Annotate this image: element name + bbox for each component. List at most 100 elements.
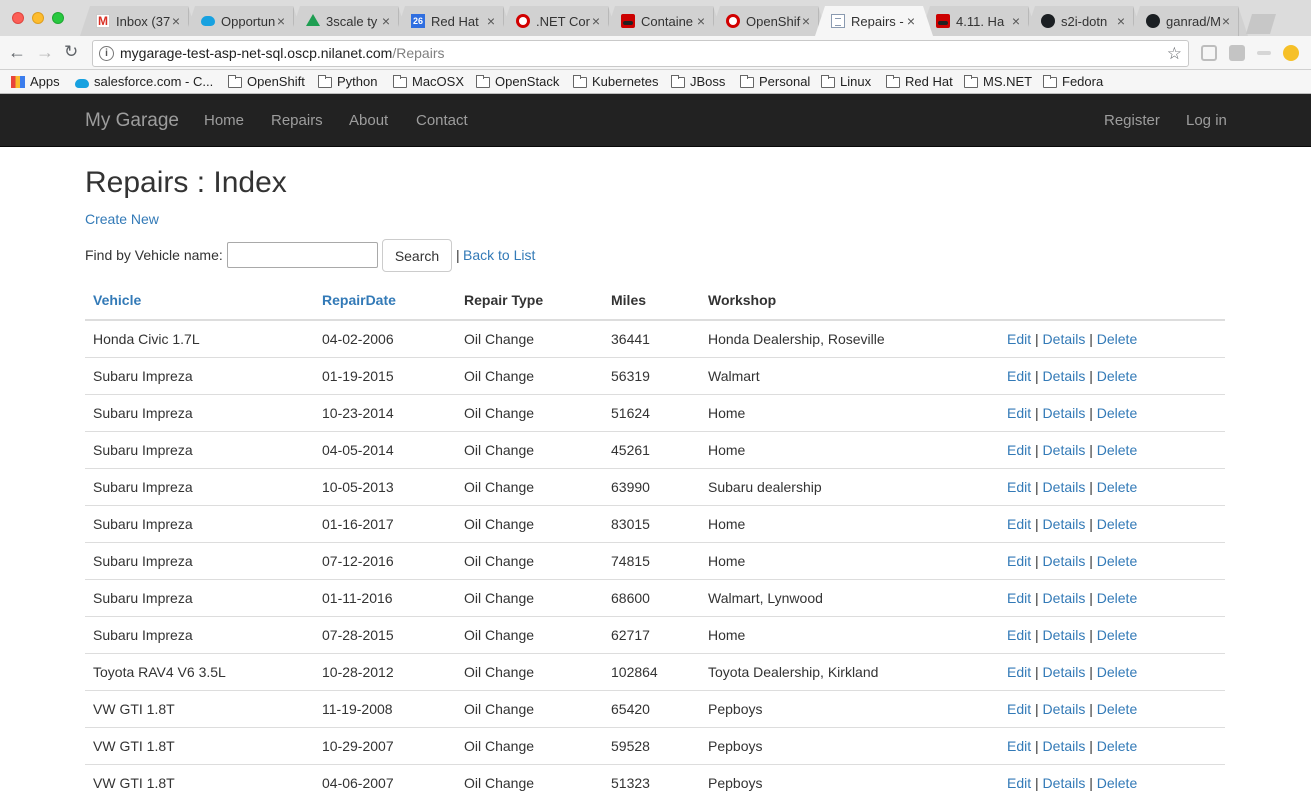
delete-link[interactable]: Delete — [1097, 516, 1137, 532]
browser-tab[interactable]: .NET Cor × — [500, 6, 618, 36]
delete-link[interactable]: Delete — [1097, 331, 1137, 347]
extension-icon[interactable] — [1229, 45, 1245, 61]
close-tab-icon[interactable]: × — [907, 13, 915, 29]
new-tab-button[interactable] — [1246, 14, 1276, 34]
close-tab-icon[interactable]: × — [1222, 13, 1230, 29]
create-new-link[interactable]: Create New — [85, 210, 159, 228]
details-link[interactable]: Details — [1043, 738, 1086, 754]
bookmark-item[interactable]: Red Hat — [886, 74, 953, 90]
edit-link[interactable]: Edit — [1007, 701, 1031, 717]
bookmark-item[interactable]: MacOSX — [393, 74, 464, 90]
close-tab-icon[interactable]: × — [802, 13, 810, 29]
browser-tab[interactable]: s2i-dotn × — [1025, 6, 1143, 36]
bookmark-item[interactable]: MS.NET — [964, 74, 1032, 90]
edit-link[interactable]: Edit — [1007, 553, 1031, 569]
search-button[interactable]: Search — [382, 239, 452, 272]
bookmark-item[interactable]: Personal — [740, 74, 810, 90]
extension-icon[interactable] — [1257, 51, 1271, 55]
sort-by-repair-date-link[interactable]: RepairDate — [322, 292, 396, 308]
close-tab-icon[interactable]: × — [277, 13, 285, 29]
address-bar-url[interactable]: mygarage-test-asp-net-sql.oscp.nilanet.c… — [120, 41, 444, 66]
back-to-list-link[interactable]: Back to List — [463, 247, 535, 263]
delete-link[interactable]: Delete — [1097, 479, 1137, 495]
close-window-icon[interactable] — [12, 12, 24, 24]
nav-repairs-link[interactable]: Repairs — [271, 111, 323, 131]
details-link[interactable]: Details — [1043, 775, 1086, 791]
login-link[interactable]: Log in — [1186, 111, 1227, 131]
minimize-window-icon[interactable] — [32, 12, 44, 24]
details-link[interactable]: Details — [1043, 405, 1086, 421]
details-link[interactable]: Details — [1043, 627, 1086, 643]
edit-link[interactable]: Edit — [1007, 738, 1031, 754]
browser-tab[interactable]: 3scale ty × — [290, 6, 408, 36]
nav-about-link[interactable]: About — [349, 111, 388, 131]
close-tab-icon[interactable]: × — [382, 13, 390, 29]
delete-link[interactable]: Delete — [1097, 405, 1137, 421]
edit-link[interactable]: Edit — [1007, 442, 1031, 458]
sort-by-vehicle-link[interactable]: Vehicle — [93, 292, 141, 308]
browser-tab[interactable]: Repairs - × — [815, 6, 933, 36]
close-tab-icon[interactable]: × — [487, 13, 495, 29]
edit-link[interactable]: Edit — [1007, 331, 1031, 347]
browser-tab[interactable]: Containe × — [605, 6, 723, 36]
details-link[interactable]: Details — [1043, 701, 1086, 717]
nav-contact-link[interactable]: Contact — [416, 111, 468, 131]
browser-tab[interactable]: Opportun × — [185, 6, 303, 36]
details-link[interactable]: Details — [1043, 516, 1086, 532]
bookmark-item[interactable]: Python — [318, 74, 377, 90]
brand-link[interactable]: My Garage — [85, 109, 179, 133]
bookmark-item[interactable]: Kubernetes — [573, 74, 659, 90]
browser-tab[interactable]: OpenShif × — [710, 6, 828, 36]
bookmark-item[interactable]: Apps — [11, 74, 60, 90]
edit-link[interactable]: Edit — [1007, 664, 1031, 680]
bookmark-star-icon[interactable]: ☆ — [1167, 41, 1182, 66]
edit-link[interactable]: Edit — [1007, 775, 1031, 791]
reload-icon[interactable]: ↻ — [64, 42, 78, 62]
close-tab-icon[interactable]: × — [592, 13, 600, 29]
back-arrow-icon[interactable]: ← — [8, 42, 26, 62]
details-link[interactable]: Details — [1043, 331, 1086, 347]
close-tab-icon[interactable]: × — [1012, 13, 1020, 29]
cast-icon[interactable] — [1201, 45, 1217, 61]
bookmark-item[interactable]: Linux — [821, 74, 871, 90]
details-link[interactable]: Details — [1043, 368, 1086, 384]
vehicle-search-input[interactable] — [227, 242, 378, 268]
bookmark-item[interactable]: OpenStack — [476, 74, 559, 90]
browser-tab[interactable]: 4.11. Ha × — [920, 6, 1038, 36]
site-info-icon[interactable]: i — [99, 46, 114, 61]
bookmark-item[interactable]: OpenShift — [228, 74, 305, 90]
bookmark-item[interactable]: JBoss — [671, 74, 725, 90]
details-link[interactable]: Details — [1043, 553, 1086, 569]
browser-tab[interactable]: 26 Red Hat × — [395, 6, 513, 36]
delete-link[interactable]: Delete — [1097, 664, 1137, 680]
close-tab-icon[interactable]: × — [172, 13, 180, 29]
profile-icon[interactable] — [1283, 45, 1299, 61]
delete-link[interactable]: Delete — [1097, 442, 1137, 458]
edit-link[interactable]: Edit — [1007, 368, 1031, 384]
edit-link[interactable]: Edit — [1007, 405, 1031, 421]
close-tab-icon[interactable]: × — [1117, 13, 1125, 29]
bookmark-item[interactable]: salesforce.com - C... — [75, 74, 213, 90]
delete-link[interactable]: Delete — [1097, 701, 1137, 717]
details-link[interactable]: Details — [1043, 590, 1086, 606]
details-link[interactable]: Details — [1043, 479, 1086, 495]
bookmark-item[interactable]: Fedora — [1043, 74, 1103, 90]
address-bar[interactable]: i mygarage-test-asp-net-sql.oscp.nilanet… — [92, 40, 1189, 67]
edit-link[interactable]: Edit — [1007, 516, 1031, 532]
delete-link[interactable]: Delete — [1097, 553, 1137, 569]
nav-home-link[interactable]: Home — [204, 111, 244, 131]
forward-arrow-icon[interactable]: → — [36, 42, 54, 62]
delete-link[interactable]: Delete — [1097, 775, 1137, 791]
edit-link[interactable]: Edit — [1007, 627, 1031, 643]
zoom-window-icon[interactable] — [52, 12, 64, 24]
browser-tab[interactable]: Inbox (37× — [80, 6, 198, 36]
delete-link[interactable]: Delete — [1097, 627, 1137, 643]
browser-tab[interactable]: ganrad/M × — [1130, 6, 1248, 36]
close-tab-icon[interactable]: × — [697, 13, 705, 29]
register-link[interactable]: Register — [1104, 111, 1160, 131]
edit-link[interactable]: Edit — [1007, 479, 1031, 495]
details-link[interactable]: Details — [1043, 664, 1086, 680]
delete-link[interactable]: Delete — [1097, 590, 1137, 606]
delete-link[interactable]: Delete — [1097, 368, 1137, 384]
delete-link[interactable]: Delete — [1097, 738, 1137, 754]
